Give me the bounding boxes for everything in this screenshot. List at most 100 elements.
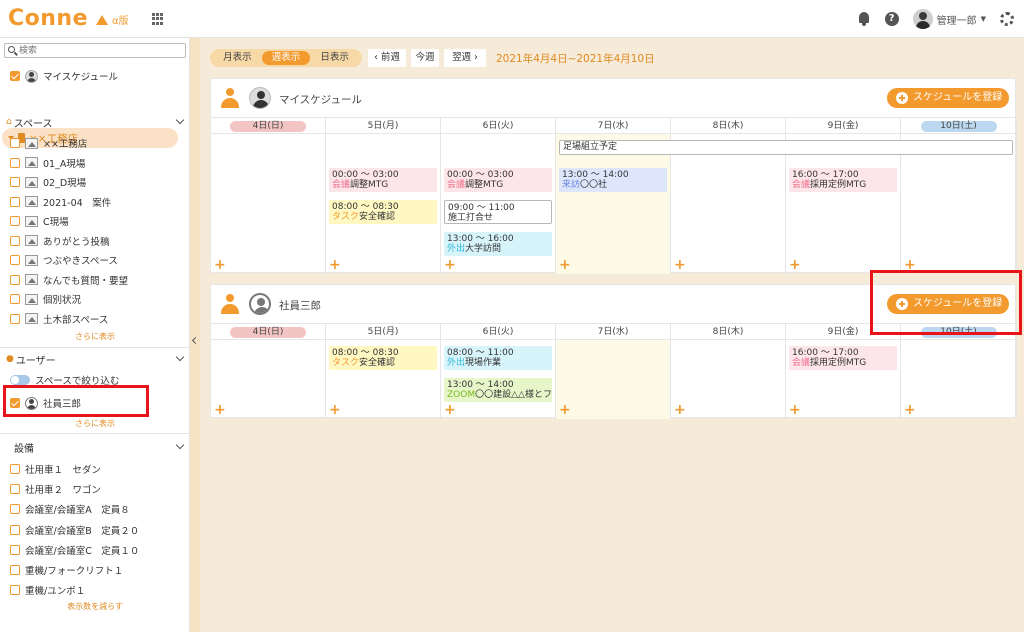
add-event-icon[interactable]: + bbox=[789, 258, 801, 272]
day-cell[interactable]: + bbox=[901, 134, 1017, 274]
equipment-item[interactable]: 会議室/会議室A 定員８ bbox=[0, 500, 190, 518]
event-title: 大学訪問 bbox=[465, 244, 502, 254]
checkbox[interactable] bbox=[10, 274, 20, 285]
day-cell[interactable]: + bbox=[211, 134, 326, 274]
checkbox[interactable] bbox=[10, 71, 20, 81]
user-menu[interactable]: 管理一郎 ▼ bbox=[912, 9, 986, 29]
search-input[interactable] bbox=[19, 45, 179, 56]
day-cell[interactable]: + bbox=[556, 134, 671, 274]
add-event-icon[interactable]: + bbox=[674, 258, 686, 272]
toggle-switch[interactable] bbox=[10, 375, 30, 385]
user-icon: ● bbox=[6, 354, 14, 364]
space-item[interactable]: つぶやきスペース bbox=[0, 251, 190, 269]
event-card[interactable]: 16:00 ～ 17:00 会議採用定例MTG bbox=[789, 346, 897, 370]
equipment-item[interactable]: 重機/フォークリフト１ bbox=[0, 561, 190, 579]
event-card[interactable]: 13:00 ～ 14:00 来訪〇〇社 bbox=[559, 168, 667, 192]
space-item[interactable]: 02_D現場 bbox=[0, 173, 190, 191]
sidebar-splitter[interactable] bbox=[190, 38, 200, 632]
equipment-item[interactable]: 会議室/会議室B 定員２０ bbox=[0, 521, 190, 539]
checkbox[interactable] bbox=[10, 157, 20, 168]
space-item[interactable]: なんでも質問・要望 bbox=[0, 271, 190, 289]
checkbox[interactable] bbox=[10, 138, 20, 148]
this-week-button[interactable]: 今週 bbox=[411, 49, 439, 67]
checkbox[interactable] bbox=[10, 313, 20, 324]
add-event-icon[interactable]: + bbox=[329, 258, 341, 272]
chevron-down-icon[interactable] bbox=[175, 352, 185, 362]
space-item[interactable]: ありがとう投稿 bbox=[0, 232, 190, 250]
add-event-icon[interactable]: + bbox=[214, 403, 226, 417]
equipment-item[interactable]: 重機/ユンボ１ bbox=[0, 581, 190, 599]
day-cell[interactable]: + bbox=[671, 134, 786, 274]
checkbox[interactable] bbox=[10, 464, 20, 474]
checkbox[interactable] bbox=[10, 524, 20, 535]
event-card[interactable]: 08:00 ～ 08:30 タスク安全確認 bbox=[329, 200, 437, 224]
checkbox[interactable] bbox=[10, 177, 20, 187]
apps-grid-icon[interactable] bbox=[152, 13, 164, 25]
event-card[interactable]: 08:00 ～ 11:00 外出現場作業 bbox=[444, 346, 552, 370]
space-label: ××工務店 bbox=[43, 139, 88, 150]
add-event-icon[interactable]: + bbox=[789, 403, 801, 417]
chevron-down-icon[interactable] bbox=[175, 115, 185, 125]
checkbox[interactable] bbox=[10, 504, 20, 515]
event-card[interactable]: 08:00 ～ 08:30 タスク安全確認 bbox=[329, 346, 437, 370]
add-event-icon[interactable]: + bbox=[214, 258, 226, 272]
checkbox[interactable] bbox=[10, 294, 20, 304]
equipment-item[interactable]: 社用車２ ワゴン bbox=[0, 480, 190, 498]
checkbox[interactable] bbox=[10, 235, 20, 246]
day-cell[interactable]: + bbox=[556, 340, 671, 419]
tab-week[interactable]: 週表示 bbox=[261, 51, 311, 65]
bell-icon[interactable] bbox=[857, 11, 871, 27]
add-event-icon[interactable]: + bbox=[559, 403, 571, 417]
event-card[interactable]: 09:00 ～ 11:00 施工打合せ bbox=[444, 200, 552, 224]
checkbox[interactable] bbox=[10, 484, 20, 495]
event-card[interactable]: 16:00 ～ 17:00 会議採用定例MTG bbox=[789, 168, 897, 192]
equipment-item[interactable]: 社用車１ セダン bbox=[0, 460, 190, 478]
add-event-icon[interactable]: + bbox=[674, 403, 686, 417]
space-item[interactable]: 01_A現場 bbox=[0, 154, 190, 172]
search-box[interactable] bbox=[4, 43, 186, 58]
my-schedule-item[interactable]: マイスケジュール bbox=[0, 67, 190, 85]
help-icon[interactable]: ? bbox=[884, 12, 899, 26]
day-cell[interactable]: + bbox=[211, 340, 326, 419]
add-event-icon[interactable]: + bbox=[559, 258, 571, 272]
checkbox[interactable] bbox=[10, 216, 20, 226]
checkbox[interactable] bbox=[10, 255, 20, 265]
event-card[interactable]: 13:00 ～ 16:00 外出大学訪問 bbox=[444, 232, 552, 256]
users-header[interactable]: ● ユーザー bbox=[0, 351, 190, 367]
event-card[interactable]: 00:00 ～ 03:00 会議調整MTG bbox=[329, 168, 437, 192]
space-item[interactable]: 2021-04 案件 bbox=[0, 193, 190, 211]
space-item[interactable]: C現場 bbox=[0, 212, 190, 230]
equipment-header[interactable]: 設備 bbox=[0, 439, 190, 455]
spaces-more-link[interactable]: さらに表示 bbox=[0, 331, 190, 342]
gear-icon[interactable] bbox=[1000, 12, 1014, 26]
add-event-icon[interactable]: + bbox=[444, 258, 456, 272]
checkbox[interactable] bbox=[10, 565, 20, 575]
day-cell[interactable]: + bbox=[671, 340, 786, 419]
add-event-icon[interactable]: + bbox=[329, 403, 341, 417]
add-schedule-button[interactable]: スケジュールを登録 bbox=[887, 88, 1009, 108]
equipment-less-link[interactable]: 表示数を減らす bbox=[0, 601, 190, 612]
space-item[interactable]: 土木部スペース bbox=[0, 310, 190, 328]
prev-week-button[interactable]: ‹ 前週 bbox=[368, 49, 406, 67]
add-event-icon[interactable]: + bbox=[444, 403, 456, 417]
space-item[interactable]: ××工務店 bbox=[0, 134, 190, 152]
next-week-button[interactable]: 翌週 › bbox=[444, 49, 486, 67]
equipment-item[interactable]: 会議室/会議室C 定員１０ bbox=[0, 541, 190, 559]
checkbox[interactable] bbox=[10, 544, 20, 555]
users-more-link[interactable]: さらに表示 bbox=[0, 418, 190, 429]
day-cell[interactable]: + bbox=[786, 134, 901, 274]
spaces-header[interactable]: ⌂ スペース bbox=[0, 114, 190, 130]
tab-day[interactable]: 日表示 bbox=[310, 51, 359, 65]
tab-month[interactable]: 月表示 bbox=[213, 51, 262, 65]
checkbox[interactable] bbox=[10, 196, 20, 207]
checkbox[interactable] bbox=[10, 585, 20, 596]
chevron-left-icon[interactable] bbox=[191, 336, 200, 345]
event-card[interactable]: 13:00 ～ 14:00 ZOOM〇〇建設△△様とフ bbox=[444, 378, 552, 402]
chevron-down-icon[interactable] bbox=[175, 440, 185, 450]
add-event-icon[interactable]: + bbox=[904, 403, 916, 417]
space-item[interactable]: 個別状況 bbox=[0, 290, 190, 308]
day-cell[interactable]: + bbox=[901, 340, 1017, 419]
event-card[interactable]: 00:00 ～ 03:00 会議調整MTG bbox=[444, 168, 552, 192]
allday-event[interactable]: 足場組立予定 bbox=[559, 140, 1013, 155]
app-logo[interactable]: Conne bbox=[8, 6, 88, 31]
